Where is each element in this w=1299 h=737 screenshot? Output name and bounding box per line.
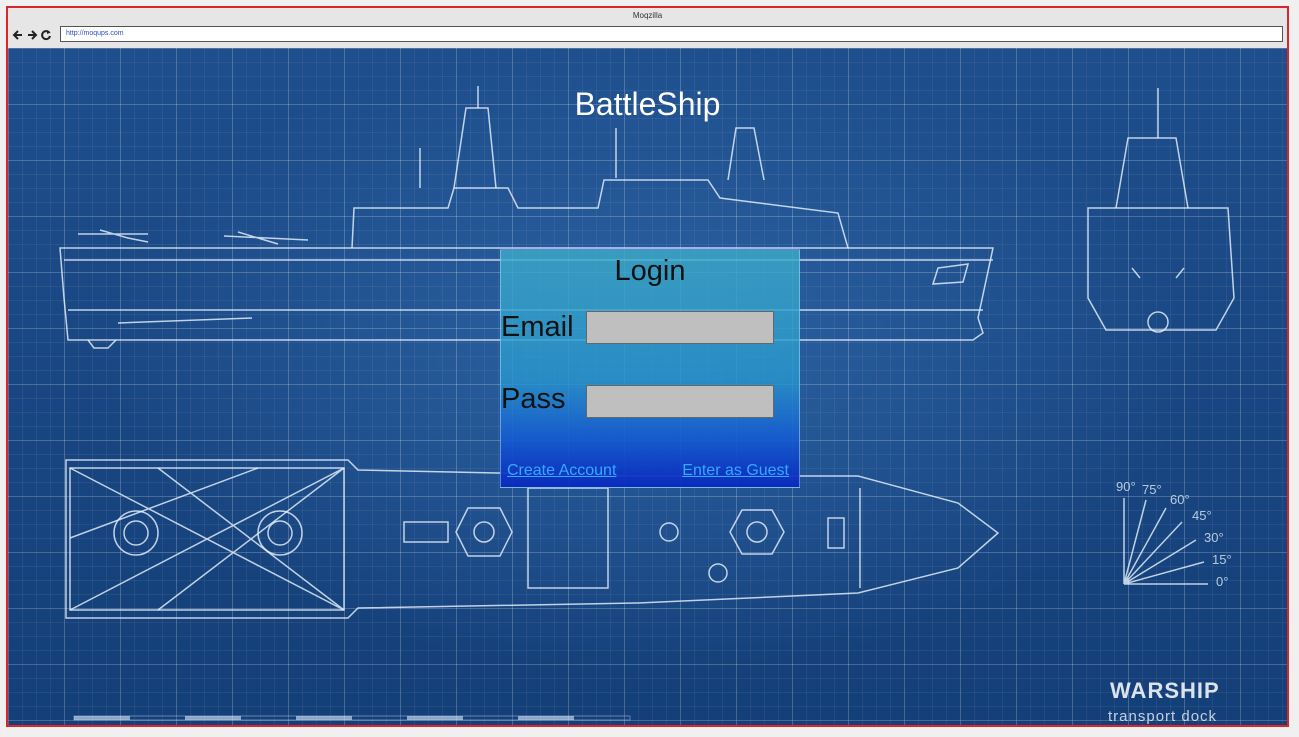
warship-caption: WARSHIP — [1110, 678, 1220, 703]
browser-window: Moqzilla http://moqups.com 90° 75° 60° 4… — [6, 6, 1289, 727]
email-label: Email — [501, 311, 574, 343]
arrow-left-icon[interactable] — [12, 28, 24, 42]
browser-toolbar: http://moqups.com — [8, 24, 1287, 48]
login-panel: Login Email Pass Create Account Enter as… — [500, 249, 800, 488]
email-field[interactable] — [586, 311, 774, 344]
angle-label-15: 15° — [1212, 552, 1232, 567]
blueprint-background: 90° 75° 60° 45° 30° 15° 0° BattleShip Lo… — [8, 48, 1287, 725]
angle-label-60: 60° — [1170, 492, 1190, 507]
reload-icon[interactable] — [40, 28, 52, 42]
login-heading: Login — [614, 255, 686, 287]
url-bar[interactable]: http://moqups.com — [60, 26, 1283, 42]
pass-label: Pass — [501, 383, 566, 415]
transport-dock-caption: transport dock — [1108, 708, 1218, 725]
arrow-right-icon[interactable] — [26, 28, 38, 42]
enter-as-guest-link[interactable]: Enter as Guest — [682, 462, 789, 480]
angle-label-45: 45° — [1192, 508, 1212, 523]
angle-label-90: 90° — [1116, 479, 1136, 494]
angle-label-75: 75° — [1142, 482, 1162, 497]
page-title: BattleShip — [574, 86, 721, 122]
angle-labels: 90° 75° 60° 45° 30° 15° 0° — [1116, 479, 1232, 589]
window-title: Moqzilla — [632, 11, 663, 20]
create-account-link[interactable]: Create Account — [507, 462, 616, 480]
angle-label-0: 0° — [1216, 574, 1228, 589]
angle-label-30: 30° — [1204, 530, 1224, 545]
password-field[interactable] — [586, 385, 774, 418]
